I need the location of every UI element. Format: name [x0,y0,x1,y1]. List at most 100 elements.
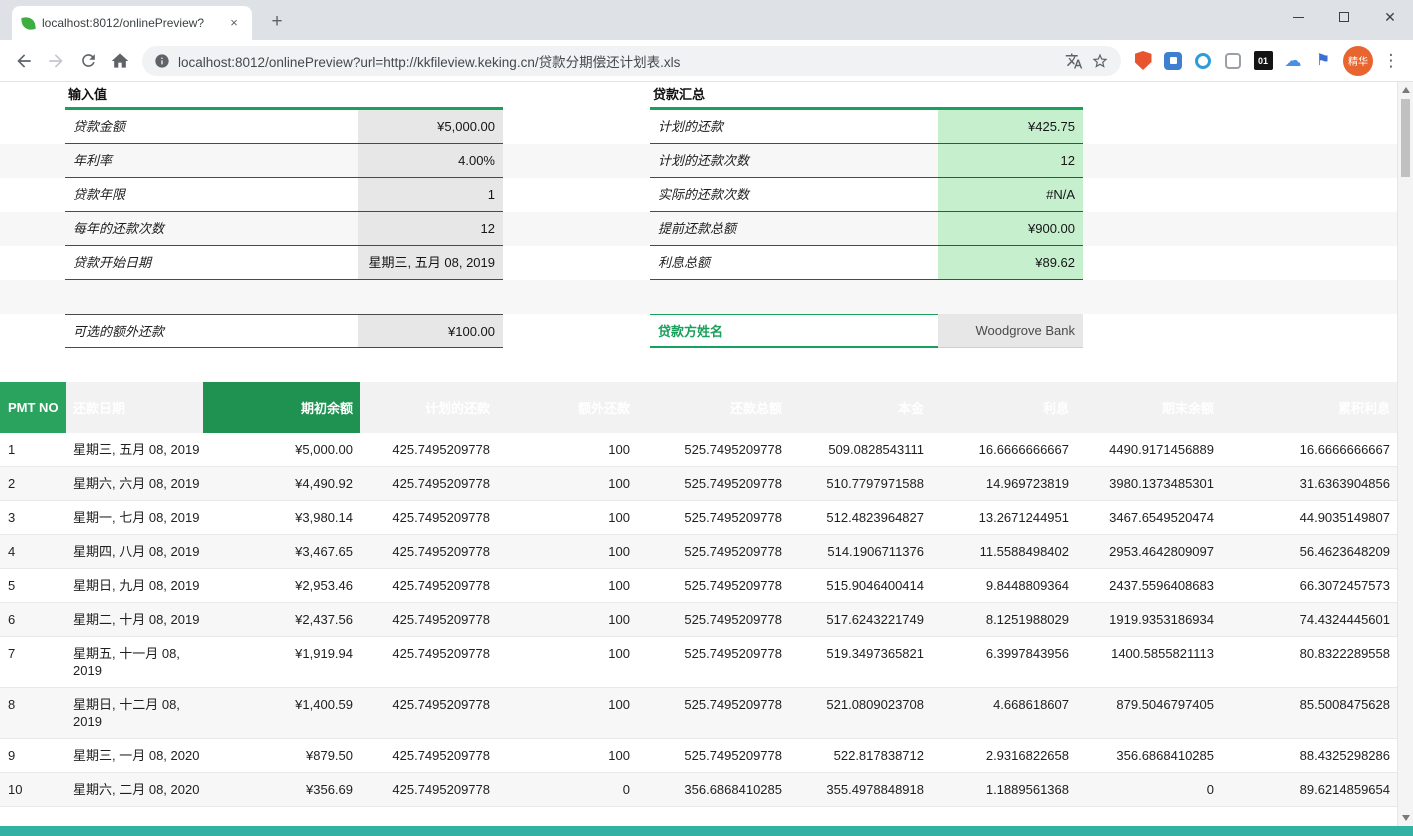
reload-icon [79,51,98,70]
translate-icon[interactable] [1065,52,1083,70]
cell-extra-payment: 100 [497,603,637,636]
section-title-band: 输入值 贷款汇总 [0,82,1397,110]
cell-extra-payment: 100 [497,467,637,500]
summary-label: 计划的还款 [650,110,938,144]
schedule-row: 8 星期日, 十二月 08, 2019 ¥1,400.59 425.749520… [0,688,1397,739]
empty-row [0,280,1397,314]
schedule-table-header: PMT NO 还款日期 期初余额 计划的还款 额外还款 还款总额 本金 利息 期… [0,382,1397,433]
schedule-row: 3 星期一, 七月 08, 2019 ¥3,980.14 425.7495209… [0,501,1397,535]
cell-total-payment: 525.7495209778 [637,569,789,602]
cell-ending-balance: 1400.5855821113 [1076,637,1221,687]
summary-section-title: 贷款汇总 [650,84,705,107]
scrollbar-thumb[interactable] [1401,99,1410,177]
extension-gray-icon[interactable] [1223,51,1243,71]
summary-value: 12 [938,144,1083,178]
extension-shield-icon[interactable] [1133,51,1153,71]
input-summary-row: 年利率 4.00% 计划的还款次数 12 [0,144,1397,178]
schedule-row: 2 星期六, 六月 08, 2019 ¥4,490.92 425.7495209… [0,467,1397,501]
header-interest: 利息 [931,382,1076,433]
cell-interest: 16.6666666667 [931,433,1076,466]
schedule-row: 1 星期三, 五月 08, 2019 ¥5,000.00 425.7495209… [0,433,1397,467]
input-label: 贷款金额 [65,110,358,144]
cell-payment-date: 星期四, 八月 08, 2019 [66,535,203,568]
cell-beginning-balance: ¥4,490.92 [203,467,360,500]
header-scheduled-payment: 计划的还款 [360,382,497,433]
input-value: 4.00% [358,144,503,178]
input-label: 年利率 [65,144,358,178]
cell-beginning-balance: ¥879.50 [203,739,360,772]
summary-value: ¥425.75 [938,110,1083,144]
input-summary-row: 每年的还款次数 12 提前还款总额 ¥900.00 [0,212,1397,246]
cell-principal: 355.4978848918 [789,773,931,806]
summary-value: ¥89.62 [938,246,1083,280]
header-ending-balance: 期末余额 [1076,382,1221,433]
cell-pmt-no: 8 [0,688,66,738]
cell-payment-date: 星期三, 一月 08, 2020 [66,739,203,772]
cell-scheduled-payment: 425.7495209778 [360,688,497,738]
browser-menu-icon[interactable]: ⋮ [1377,45,1405,77]
page-info-icon[interactable] [154,53,170,69]
new-tab-button[interactable]: + [264,9,290,35]
cell-principal: 522.817838712 [789,739,931,772]
header-extra-payment: 额外还款 [497,382,637,433]
summary-label: 计划的还款次数 [650,144,938,178]
header-total-payment: 还款总额 [637,382,789,433]
maximize-button[interactable] [1321,0,1367,34]
extension-ring-icon[interactable] [1193,51,1213,71]
back-button[interactable] [8,45,40,77]
cell-total-payment: 525.7495209778 [637,433,789,466]
cell-ending-balance: 3980.1373485301 [1076,467,1221,500]
scroll-down-icon[interactable] [1398,810,1413,826]
cell-interest: 2.9316822658 [931,739,1076,772]
cell-extra-payment: 100 [497,535,637,568]
spreadsheet-preview: 输入值 贷款汇总 贷款金额 ¥5,000.00 计划的还款 ¥ [0,82,1397,807]
extension-cloud-icon[interactable]: ☁ [1283,51,1303,71]
cell-scheduled-payment: 425.7495209778 [360,603,497,636]
cell-payment-date: 星期日, 九月 08, 2019 [66,569,203,602]
window-controls: ✕ [1275,0,1413,34]
cell-ending-balance: 1919.9353186934 [1076,603,1221,636]
input-summary-rows: 贷款金额 ¥5,000.00 计划的还款 ¥425.75 年利率 4.00% 计… [0,110,1397,280]
cell-cumulative-interest: 44.9035149807 [1221,501,1397,534]
cell-total-payment: 525.7495209778 [637,637,789,687]
close-icon: ✕ [1384,9,1396,26]
cell-beginning-balance: ¥1,400.59 [203,688,360,738]
tab-title: localhost:8012/onlinePreview? [42,16,219,30]
profile-avatar[interactable]: 精华 [1343,46,1373,76]
reload-button[interactable] [72,45,104,77]
cell-principal: 521.0809023708 [789,688,931,738]
cell-payment-date: 星期二, 十月 08, 2019 [66,603,203,636]
vertical-scrollbar[interactable] [1397,82,1413,826]
scroll-up-icon[interactable] [1398,82,1413,98]
forward-button[interactable] [40,45,72,77]
cell-interest: 13.2671244951 [931,501,1076,534]
summary-label: 利息总额 [650,246,938,280]
cell-cumulative-interest: 66.3072457573 [1221,569,1397,602]
extension-blue-square-icon[interactable] [1163,51,1183,71]
extension-badge-01-icon[interactable]: 01 [1253,51,1273,71]
cell-interest: 8.1251988029 [931,603,1076,636]
cell-scheduled-payment: 425.7495209778 [360,637,497,687]
browser-tab[interactable]: localhost:8012/onlinePreview? × [12,6,252,40]
tab-close-icon[interactable]: × [226,15,242,31]
cell-total-payment: 356.6868410285 [637,773,789,806]
cell-payment-date: 星期六, 二月 08, 2020 [66,773,203,806]
cell-cumulative-interest: 89.6214859654 [1221,773,1397,806]
home-button[interactable] [104,45,136,77]
cell-ending-balance: 3467.6549520474 [1076,501,1221,534]
close-window-button[interactable]: ✕ [1367,0,1413,34]
input-summary-row: 贷款年限 1 实际的还款次数 #N/A [0,178,1397,212]
minimize-button[interactable] [1275,0,1321,34]
cell-pmt-no: 3 [0,501,66,534]
cell-scheduled-payment: 425.7495209778 [360,739,497,772]
url-text: localhost:8012/onlinePreview?url=http://… [178,51,1047,71]
extension-flag-icon[interactable]: ⚑ [1313,51,1333,71]
schedule-row: 9 星期三, 一月 08, 2020 ¥879.50 425.749520977… [0,739,1397,773]
cell-extra-payment: 100 [497,739,637,772]
address-bar[interactable]: localhost:8012/onlinePreview?url=http://… [142,46,1121,76]
input-value: 12 [358,212,503,246]
schedule-table-body: 1 星期三, 五月 08, 2019 ¥5,000.00 425.7495209… [0,433,1397,807]
bookmark-star-icon[interactable] [1091,52,1109,70]
schedule-row: 5 星期日, 九月 08, 2019 ¥2,953.46 425.7495209… [0,569,1397,603]
cell-extra-payment: 100 [497,569,637,602]
